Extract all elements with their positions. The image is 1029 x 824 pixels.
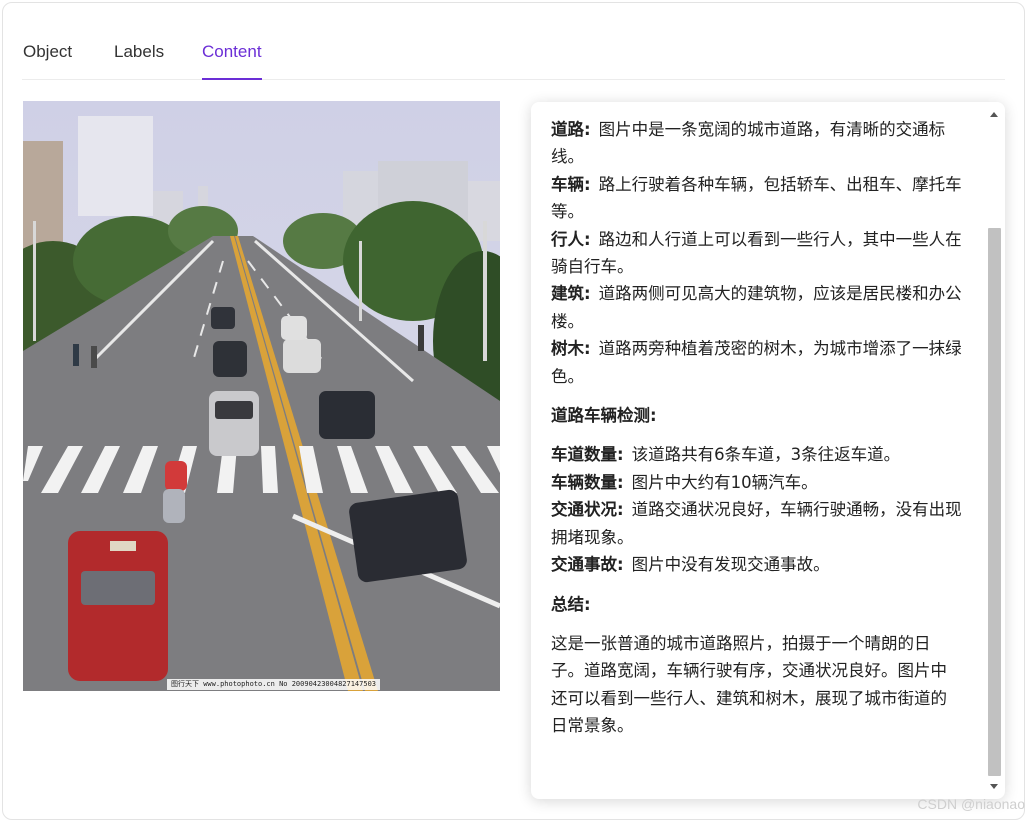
vehicle-count-item: 车辆数量: 图片中大约有10辆汽车。 [551,469,963,496]
road-item: 道路: 图片中是一条宽阔的城市道路，有清晰的交通标线。 [551,116,963,171]
scroll-up-arrow-icon[interactable] [990,112,998,117]
buildings-text: 道路两侧可见高大的建筑物，应该是居民楼和办公楼。 [551,284,962,331]
trees-text: 道路两旁种植着茂密的树木，为城市增添了一抹绿色。 [551,339,962,386]
detection-heading: 道路车辆检测: [551,406,657,426]
buildings-item: 建筑: 道路两侧可见高大的建筑物，应该是居民楼和办公楼。 [551,280,963,335]
street-photo: 图行天下 www.photophoto.cn No 20090423004827… [23,101,500,691]
vehicles-text: 路上行驶着各种车辆，包括轿车、出租车、摩托车等。 [551,174,962,222]
trees-item: 树木: 道路两旁种植着茂密的树木，为城市增添了一抹绿色。 [551,335,963,390]
tab-object[interactable]: Object [23,42,72,80]
tab-bar: Object Labels Content [22,38,1005,80]
pedestrians-item: 行人: 路边和人行道上可以看到一些行人，其中一些人在骑自行车。 [551,226,963,281]
vehicle-count-term: 车辆数量: [551,472,624,492]
pedestrians-text: 路边和人行道上可以看到一些行人，其中一些人在骑自行车。 [551,229,962,277]
accidents-term: 交通事故: [551,555,624,575]
traffic-item: 交通状况: 道路交通状况良好，车辆行驶通畅，没有出现拥堵现象。 [551,496,963,551]
pedestrians-term: 行人: [551,229,591,249]
lanes-item: 车道数量: 该道路共有6条车道，3条往返车道。 [551,441,963,468]
vehicle-count-text: 图片中大约有10辆汽车。 [631,472,818,492]
trees-term: 树木: [551,339,591,359]
accidents-item: 交通事故: 图片中没有发现交通事故。 [551,551,963,578]
scroll-down-arrow-icon[interactable] [990,784,998,789]
scroll-thumb[interactable] [988,228,1001,776]
photo-caption: 图行天下 www.photophoto.cn No 20090423004827… [167,679,381,690]
road-term: 道路: [551,120,591,139]
road-text: 图片中是一条宽阔的城市道路，有清晰的交通标线。 [551,120,946,167]
traffic-term: 交通状况: [551,500,624,520]
tab-content[interactable]: Content [202,42,262,80]
lanes-term: 车道数量: [551,445,624,465]
lanes-text: 该道路共有6条车道，3条往返车道。 [631,445,901,465]
content-text: 道路: 图片中是一条宽阔的城市道路，有清晰的交通标线。 车辆: 路上行驶着各种车辆，… [551,116,963,740]
tab-labels[interactable]: Labels [114,42,164,80]
summary-text: 这是一张普通的城市道路照片，拍摄于一个晴朗的日子。道路宽阔，车辆行驶有序，交通状… [551,633,947,736]
vehicles-term: 车辆: [551,174,591,194]
vehicles-item: 车辆: 路上行驶着各种车辆，包括轿车、出租车、摩托车等。 [551,171,963,226]
content-panel[interactable]: 道路: 图片中是一条宽阔的城市道路，有清晰的交通标线。 车辆: 路上行驶着各种车辆，… [531,102,1005,799]
street-scene-illustration [23,101,500,691]
vertical-scrollbar[interactable] [987,108,1001,793]
buildings-term: 建筑: [551,284,591,304]
summary-heading: 总结: [551,594,591,614]
accidents-text: 图片中没有发现交通事故。 [631,555,830,575]
watermark: CSDN @niaonao [917,796,1025,812]
